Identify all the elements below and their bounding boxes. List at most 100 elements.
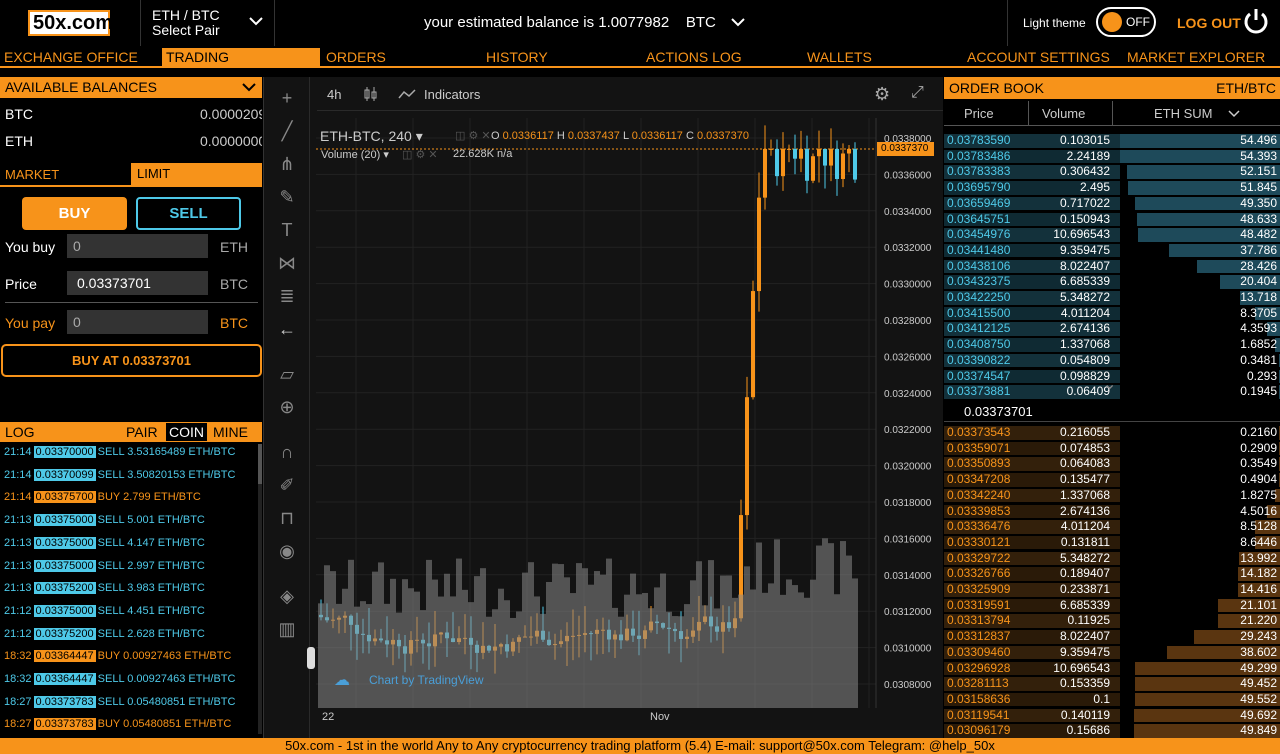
eye-icon[interactable]: ◉ <box>276 540 298 562</box>
trendline-icon[interactable]: ╱ <box>276 120 298 142</box>
bid-row[interactable]: 0.03119541 0.140119 49.692 <box>944 708 1280 724</box>
nav-account-settings[interactable]: ACCOUNT SETTINGS <box>963 48 1110 68</box>
scroll-down-icon[interactable]: ⌄ <box>1103 374 1116 394</box>
fib-icon[interactable]: ≣ <box>276 285 298 307</box>
col-eth-sum[interactable]: ETH SUM <box>1154 106 1213 121</box>
bid-row[interactable]: 0.03330121 0.131811 8.6446 <box>944 535 1280 551</box>
brush-icon[interactable]: ✎ <box>276 186 298 208</box>
fullscreen-icon[interactable]: ⤢ <box>911 84 924 102</box>
trash-icon[interactable]: ▥ <box>276 618 298 640</box>
nav-trading[interactable]: TRADING <box>162 48 320 68</box>
pattern-icon[interactable]: ⋈ <box>276 252 298 274</box>
chevron-down-icon[interactable] <box>731 17 745 27</box>
bid-row[interactable]: 0.03326766 0.189407 14.182 <box>944 566 1280 582</box>
ask-row[interactable]: 0.03783486 2.24189 54.393 <box>944 149 1280 165</box>
bid-row[interactable]: 0.03329722 5.348272 13.992 <box>944 551 1280 567</box>
indicators-button[interactable]: Indicators <box>424 87 480 102</box>
crosshair-icon[interactable]: + <box>276 87 298 109</box>
col-price[interactable]: Price <box>964 106 994 121</box>
logo[interactable]: 50x.com <box>28 10 113 36</box>
nav-orders[interactable]: ORDERS <box>322 48 386 68</box>
ask-row[interactable]: 0.03441480 9.359475 37.786 <box>944 243 1280 259</box>
volume-bar <box>588 584 594 708</box>
nav-history[interactable]: HISTORY <box>482 48 548 68</box>
pitchfork-icon[interactable]: ⋔ <box>276 153 298 175</box>
bid-row[interactable]: 0.03312837 8.022407 29.243 <box>944 629 1280 645</box>
arrow-left-icon[interactable]: ← <box>276 318 298 340</box>
log-scrollbar[interactable] <box>258 444 262 734</box>
balances-header[interactable]: AVAILABLE BALANCES <box>0 77 262 98</box>
bid-row[interactable]: 0.03359071 0.074853 0.2909 <box>944 441 1280 457</box>
ruler-icon[interactable]: ▱ <box>276 363 298 385</box>
bid-row[interactable]: 0.03309460 9.359475 38.602 <box>944 645 1280 661</box>
tradingview-logo-icon[interactable]: ☁ <box>334 670 350 690</box>
bid-row[interactable]: 0.03325909 0.233871 14.416 <box>944 582 1280 598</box>
logout-button[interactable]: LOG OUT <box>1177 15 1241 31</box>
nav-market-explorer[interactable]: MARKET EXPLORER <box>1123 48 1265 68</box>
bid-row[interactable]: 0.03339853 2.674136 4.5016 <box>944 504 1280 520</box>
col-volume[interactable]: Volume <box>1042 106 1085 121</box>
bid-row[interactable]: 0.03281113 0.153359 49.452 <box>944 676 1280 692</box>
ask-row[interactable]: 0.03438106 8.022407 28.426 <box>944 259 1280 275</box>
sell-button[interactable]: SELL <box>136 197 241 230</box>
nav-exchange-office[interactable]: EXCHANGE OFFICE <box>0 48 138 68</box>
light-theme-toggle[interactable]: OFF <box>1096 7 1156 37</box>
indicators-icon[interactable] <box>398 88 416 100</box>
ask-row[interactable]: 0.03645751 0.150943 48.633 <box>944 212 1280 228</box>
bid-row[interactable]: 0.03296928 10.696543 49.299 <box>944 661 1280 677</box>
ask-row[interactable]: 0.03454976 10.696543 48.482 <box>944 227 1280 243</box>
volume-legend[interactable]: Volume (20) ▾ <box>321 148 389 161</box>
you-pay-input[interactable]: 0 <box>67 310 208 334</box>
buy-button[interactable]: BUY <box>22 197 127 230</box>
layers-icon[interactable]: ◈ <box>276 585 298 607</box>
pair-selector[interactable]: ETH / BTC Select Pair <box>152 8 220 38</box>
nav-wallets[interactable]: WALLETS <box>803 48 872 68</box>
tab-limit[interactable]: LIMIT <box>131 163 262 185</box>
bid-row[interactable]: 0.03319591 6.685339 21.101 <box>944 598 1280 614</box>
nav-actions-log[interactable]: ACTIONS LOG <box>642 48 742 68</box>
ask-row[interactable]: 0.03412125 2.674136 4.3593 <box>944 321 1280 337</box>
price-chart[interactable]: 0.03380000.03360000.03340000.03320000.03… <box>316 118 943 730</box>
ask-row[interactable]: 0.03415500 4.011204 8.3705 <box>944 306 1280 322</box>
bid-row[interactable]: 0.03373543 0.216055 0.2160 <box>944 425 1280 441</box>
ask-row[interactable]: 0.03390822 0.054809 0.3481 <box>944 353 1280 369</box>
chart-symbol[interactable]: ETH-BTC, 240 ▾ <box>320 128 423 145</box>
bid-row[interactable]: 0.03350893 0.064083 0.3549 <box>944 456 1280 472</box>
bid-row[interactable]: 0.03313794 0.11925 21.220 <box>944 613 1280 629</box>
volume-legend-controls[interactable]: ◫ ⚙ ✕ <box>402 148 438 161</box>
bid-row[interactable]: 0.03336476 4.011204 8.5128 <box>944 519 1280 535</box>
price-input[interactable]: 0.03373701 <box>67 271 208 295</box>
you-buy-input[interactable]: 0 <box>67 234 208 258</box>
bid-row[interactable]: 0.03342240 1.337068 1.8275 <box>944 488 1280 504</box>
buy-at-button[interactable]: BUY AT 0.03373701 <box>1 344 262 377</box>
settings-gear-icon[interactable]: ⚙ <box>874 84 890 105</box>
chevron-down-icon[interactable] <box>249 16 263 26</box>
ask-row[interactable]: 0.03783590 0.103015 54.496 <box>944 133 1280 149</box>
tradingview-watermark[interactable]: Chart by TradingView <box>369 673 484 687</box>
ask-row[interactable]: 0.03408750 1.337068 1.6852 <box>944 337 1280 353</box>
bid-row[interactable]: 0.03347208 0.135477 0.4904 <box>944 472 1280 488</box>
log-tab-pair[interactable]: PAIR <box>126 424 158 440</box>
bid-row[interactable]: 0.03158636 0.1 49.552 <box>944 692 1280 708</box>
ask-row[interactable]: 0.03659469 0.717022 49.350 <box>944 196 1280 212</box>
magnet-icon[interactable]: ∩ <box>276 441 298 463</box>
ask-row[interactable]: 0.03432375 6.685339 20.404 <box>944 274 1280 290</box>
log-tab-mine[interactable]: MINE <box>213 424 248 440</box>
lock-icon[interactable]: ⊓ <box>276 507 298 529</box>
text-tool-icon[interactable]: T <box>276 219 298 241</box>
chevron-down-icon[interactable] <box>1228 110 1240 118</box>
collapse-toolbar-handle[interactable] <box>307 647 315 669</box>
zoom-in-icon[interactable]: ⊕ <box>276 396 298 418</box>
ask-row[interactable]: 0.03695790 2.495 51.845 <box>944 180 1280 196</box>
lock-draw-icon[interactable]: ✐ <box>276 474 298 496</box>
interval-selector[interactable]: 4h <box>327 87 341 102</box>
power-icon[interactable] <box>1241 6 1271 36</box>
candle-type-icon[interactable] <box>363 86 377 102</box>
tab-market[interactable]: MARKET <box>5 167 59 182</box>
chart-legend-controls[interactable]: ◫ ⚙ ✕ <box>455 129 491 142</box>
log-tab-coin[interactable]: COIN <box>166 423 207 441</box>
ask-row[interactable]: 0.03422250 5.348272 13.718 <box>944 290 1280 306</box>
ask-row[interactable]: 0.03783383 0.306432 52.151 <box>944 164 1280 180</box>
chevron-down-icon[interactable] <box>242 82 256 92</box>
bid-row[interactable]: 0.03096179 0.15686 49.849 <box>944 723 1280 739</box>
